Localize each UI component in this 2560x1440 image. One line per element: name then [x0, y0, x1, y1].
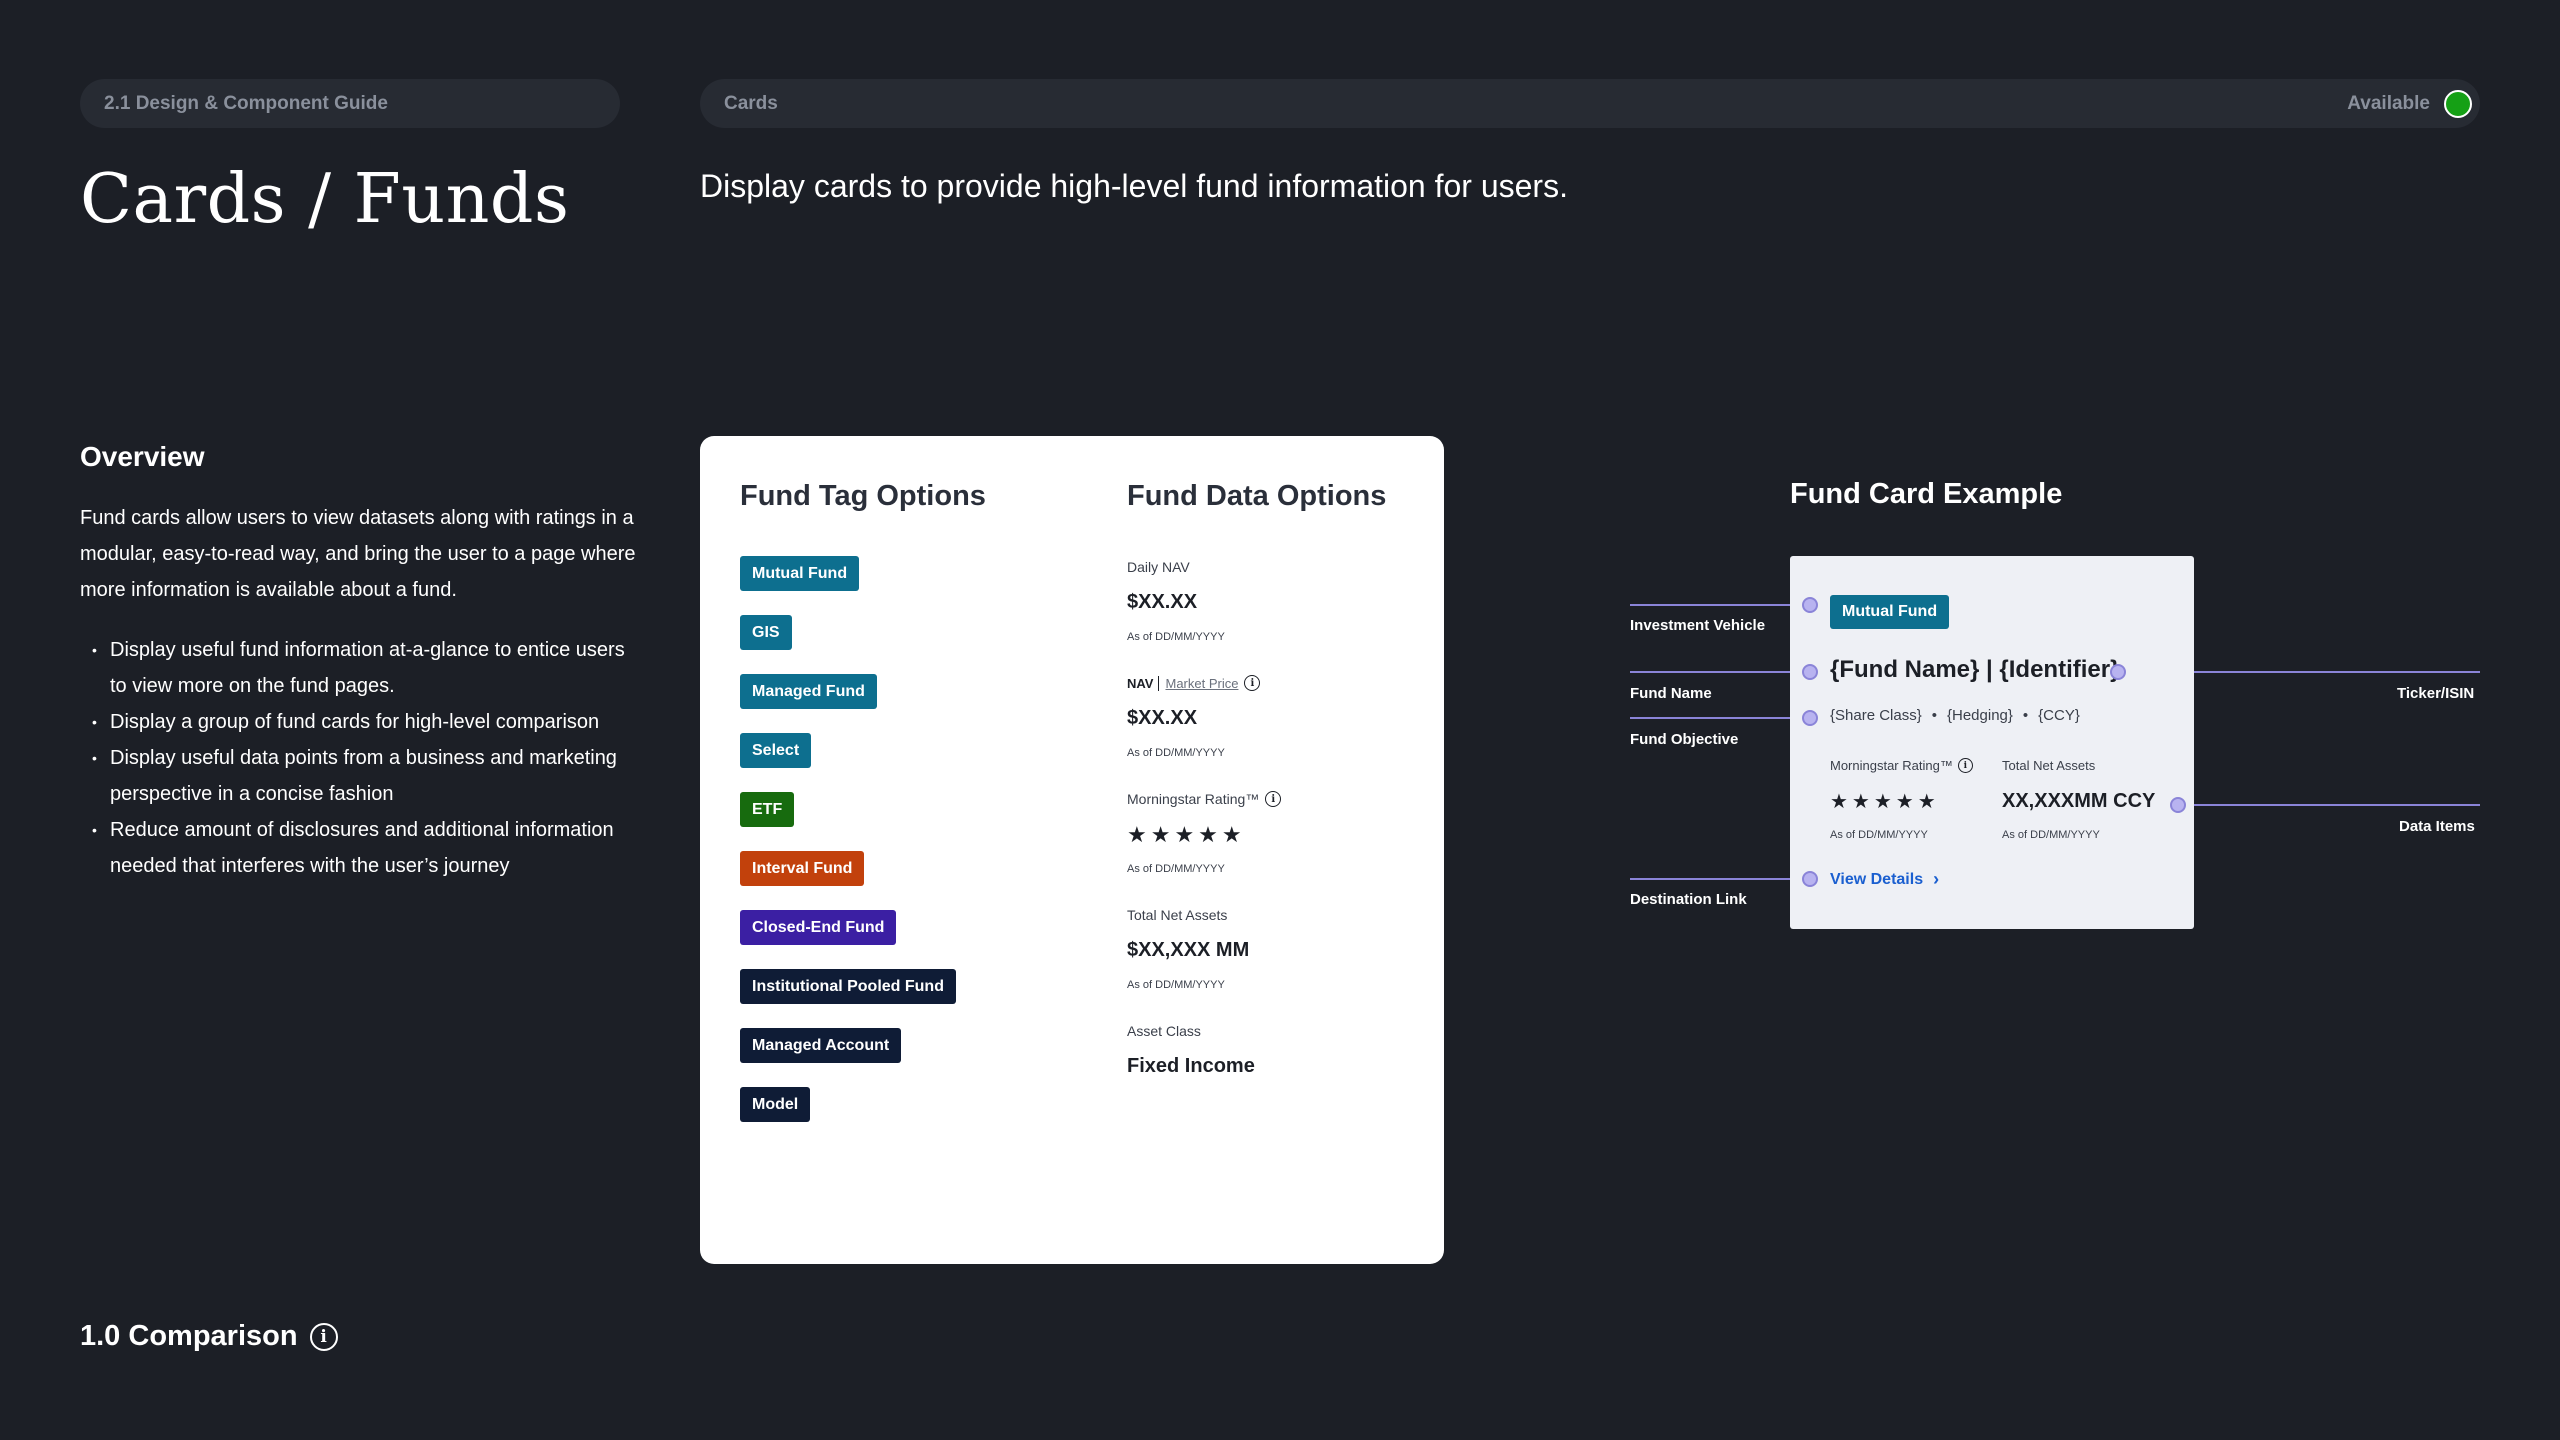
section-label: Cards	[724, 92, 778, 114]
page-title: Cards / Funds	[80, 160, 570, 239]
separator-dot: •	[1931, 707, 1937, 724]
tna-label: Total Net Assets	[2002, 758, 2096, 773]
annotation-fund-objective: Fund Objective	[1630, 731, 1739, 748]
asset-class-value: Fixed Income	[1127, 1055, 1255, 1077]
tna-asof: As of DD/MM/YYYY	[1127, 979, 1225, 991]
guide-label: 2.1 Design & Component Guide	[104, 92, 388, 114]
daily-nav-label: Daily NAV	[1127, 559, 1190, 575]
nav-option[interactable]: NAV	[1127, 675, 1160, 691]
tag-interval-fund: Interval Fund	[740, 851, 865, 886]
annotation-dot	[2170, 797, 2186, 813]
tag-gis: GIS	[740, 615, 792, 650]
nav-toggle[interactable]: NAV Market Price i	[1127, 675, 1261, 691]
star-rating-icon: ★★★★★	[1127, 822, 1246, 847]
share-class: {Share Class}	[1830, 707, 1922, 724]
daily-nav-asof: As of DD/MM/YYYY	[1127, 631, 1225, 643]
annotation-line	[1630, 604, 1810, 606]
tag-mutual-fund: Mutual Fund	[1830, 595, 1950, 629]
market-price-option[interactable]: Market Price	[1165, 676, 1238, 691]
annotation-dot	[1802, 710, 1818, 726]
annotation-line	[1630, 717, 1810, 719]
annotation-dot	[1802, 597, 1818, 613]
view-details-label: View Details	[1830, 870, 1924, 888]
overview-body: Fund cards allow users to view datasets …	[80, 507, 636, 601]
tag-closed-end-fund: Closed-End Fund	[740, 910, 897, 945]
annotation-dot	[2110, 664, 2126, 680]
asset-class-label: Asset Class	[1127, 1023, 1201, 1039]
tag-managed-fund: Managed Fund	[740, 674, 877, 709]
daily-nav-value: $XX.XX	[1127, 591, 1198, 613]
info-icon[interactable]: i	[1244, 675, 1261, 691]
fund-data-heading: Fund Data Options	[1127, 480, 1387, 512]
annotation-line	[1630, 878, 1810, 880]
hedging: {Hedging}	[1947, 707, 2013, 724]
rating-label-row: Morningstar Rating™ i	[1127, 791, 1282, 807]
tag-etf: ETF	[740, 792, 795, 827]
list-item: Reduce amount of disclosures and additio…	[80, 812, 640, 884]
tna-value: XX,XXXMM CCY	[2002, 790, 2156, 812]
annotation-fund-name: Fund Name	[1630, 685, 1712, 702]
rating-label: Morningstar Rating™	[1830, 758, 1953, 773]
options-panel: Fund Tag Options Fund Data Options Mutua…	[700, 436, 1444, 1264]
annotation-line	[1630, 671, 1810, 673]
tag-model: Model	[740, 1087, 811, 1122]
tag-institutional-pooled-fund: Institutional Pooled Fund	[740, 969, 956, 1004]
status-badge: Available	[2347, 89, 2472, 118]
currency: {CCY}	[2038, 707, 2080, 724]
nav-asof: As of DD/MM/YYYY	[1127, 747, 1225, 759]
annotation-destination-link: Destination Link	[1630, 891, 1747, 908]
rating-asof: As of DD/MM/YYYY	[1830, 829, 1928, 841]
tag-managed-account: Managed Account	[740, 1028, 902, 1063]
tna-asof: As of DD/MM/YYYY	[2002, 829, 2100, 841]
info-icon[interactable]: i	[1957, 758, 1973, 773]
page-description: Display cards to provide high-level fund…	[700, 168, 1568, 204]
list-item: Display useful data points from a busine…	[80, 740, 640, 812]
rating-label: Morningstar Rating™	[1127, 791, 1260, 807]
status-label: Available	[2347, 92, 2430, 114]
rating-asof: As of DD/MM/YYYY	[1127, 863, 1225, 875]
example-heading: Fund Card Example	[1790, 478, 2063, 510]
list-item: Display useful fund information at-a-gla…	[80, 632, 640, 704]
overview-bullets: Display useful fund information at-a-gla…	[80, 632, 640, 884]
info-icon[interactable]: i	[1265, 791, 1282, 807]
star-rating-icon: ★★★★★	[1830, 791, 1940, 813]
rating-label-row: Morningstar Rating™ i	[1830, 758, 1973, 773]
chevron-right-icon: ›	[1933, 869, 1940, 889]
comparison-heading: 1.0 Comparison i	[80, 1320, 338, 1353]
fund-objective: {Share Class} • {Hedging} • {CCY}	[1830, 707, 2080, 724]
guide-breadcrumb[interactable]: 2.1 Design & Component Guide	[80, 79, 620, 128]
annotation-ticker: Ticker/ISIN	[2397, 685, 2475, 702]
annotation-line	[2180, 804, 2480, 806]
annotation-data-items: Data Items	[2399, 818, 2475, 835]
annotation-dot	[1802, 871, 1818, 887]
fund-name[interactable]: {Fund Name} | {Identifier}	[1830, 656, 2119, 684]
info-icon[interactable]: i	[309, 1322, 338, 1351]
list-item: Display a group of fund cards for high-l…	[80, 704, 640, 740]
tag-mutual-fund: Mutual Fund	[740, 556, 860, 591]
tna-label: Total Net Assets	[1127, 907, 1228, 923]
overview-heading: Overview	[80, 441, 205, 472]
view-details-link[interactable]: View Details ›	[1830, 869, 1939, 890]
nav-value: $XX.XX	[1127, 707, 1198, 729]
section-bar: Cards Available	[700, 79, 2480, 128]
comparison-label: 1.0 Comparison	[80, 1320, 298, 1352]
tag-select: Select	[740, 733, 812, 768]
tna-value: $XX,XXX MM	[1127, 939, 1250, 961]
fund-card-example[interactable]: Mutual Fund {Fund Name} | {Identifier} {…	[1790, 556, 2194, 929]
status-dot-icon	[2444, 89, 2472, 118]
annotation-investment-vehicle: Investment Vehicle	[1630, 617, 1766, 634]
fund-tag-heading: Fund Tag Options	[740, 480, 986, 512]
annotation-dot	[1802, 664, 1818, 680]
separator-dot: •	[2022, 707, 2029, 724]
